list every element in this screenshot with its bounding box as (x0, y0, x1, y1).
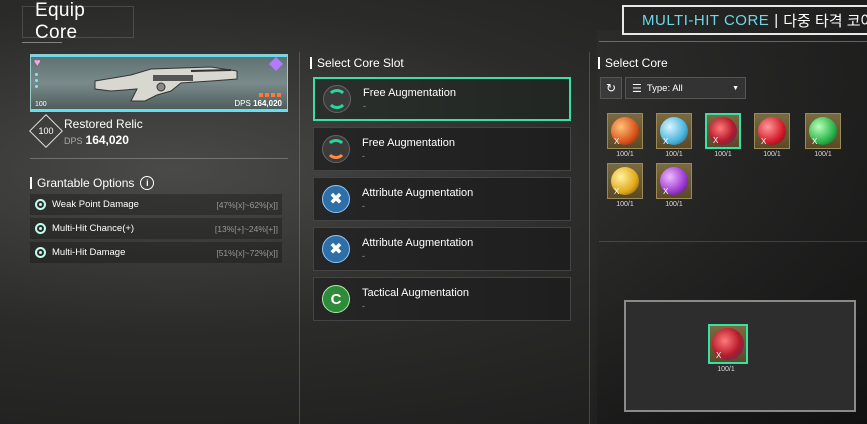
option-label: Weak Point Damage (52, 199, 139, 210)
title-divider (22, 42, 62, 43)
grantable-options-label: Grantable Options (37, 176, 135, 190)
core-count: 100/1 (814, 151, 832, 158)
option-range: [47%[x]~62%[x]] (216, 199, 278, 210)
core-item-selected[interactable]: X 100/1 (705, 113, 741, 161)
free-augmentation-icon (323, 85, 351, 113)
core-slot[interactable]: ✖ Attribute Augmentation - (313, 227, 571, 271)
column-divider (299, 52, 300, 424)
option-row: Multi-Hit Damage [51%[x]~72%[x]] (30, 242, 282, 263)
gem-icon (268, 56, 284, 72)
refresh-icon[interactable]: ↻ (600, 77, 622, 99)
core-item[interactable]: X 100/1 (656, 163, 692, 211)
type-filter-label: Type: All (646, 82, 683, 94)
banner-english: MULTI-HIT CORE (642, 11, 770, 29)
grantable-options-heading: Grantable Options i (30, 176, 155, 190)
level-badge: 100 (38, 126, 54, 136)
option-label: Multi-Hit Damage (52, 247, 126, 258)
core-item[interactable]: X 100/1 (805, 113, 841, 161)
weapon-image (94, 66, 238, 102)
core-item[interactable]: X 100/1 (656, 113, 692, 161)
core-count: 100/1 (616, 201, 634, 208)
core-mark: X (663, 187, 669, 196)
slot-title: Attribute Augmentation (362, 237, 474, 249)
page-title-box: Equip Core (22, 0, 134, 43)
weapon-level: 100 (35, 101, 47, 108)
core-count: 100/1 (763, 151, 781, 158)
banner-separator: | (774, 11, 779, 29)
core-mark: X (761, 137, 767, 146)
slot-value: - (362, 151, 365, 161)
core-item[interactable]: X 100/1 (607, 113, 643, 161)
banner-divider (599, 41, 867, 42)
free-augmentation-icon (322, 135, 350, 163)
slot-value: - (362, 301, 365, 311)
weapon-card-top-bar (31, 55, 287, 57)
slot-title: Attribute Augmentation (362, 187, 474, 199)
select-core-slot-heading: Select Core Slot (310, 56, 404, 70)
slot-title: Free Augmentation (363, 87, 456, 99)
weapon-rank-dots (259, 93, 281, 97)
core-mark: X (812, 137, 818, 146)
banner-korean: 다중 타격 코어 (783, 12, 867, 30)
weapon-card[interactable]: ♥ 100 DPS 164,020 (30, 54, 288, 112)
option-row: Weak Point Damage [47%[x]~62%[x]] (30, 194, 282, 215)
slot-value: - (362, 251, 365, 261)
slot-value: - (363, 101, 366, 111)
weapon-name: Restored Relic (64, 117, 143, 131)
attribute-augmentation-icon: ✖ (322, 235, 350, 263)
core-list-divider (599, 241, 867, 242)
weapon-dots (35, 73, 39, 91)
core-count: 100/1 (616, 151, 634, 158)
core-slot[interactable]: C Tactical Augmentation - (313, 277, 571, 321)
core-mark: X (713, 136, 719, 145)
core-slot[interactable]: Free Augmentation - (313, 127, 571, 171)
core-count: 100/1 (717, 366, 735, 373)
core-mark: X (716, 351, 722, 360)
slot-value: - (362, 201, 365, 211)
core-mark: X (614, 187, 620, 196)
core-mark: X (663, 137, 669, 146)
weapon-card-bottom-bar (31, 109, 287, 111)
weapon-info: 100 Restored Relic DPS 164,020 (29, 114, 284, 148)
left-divider (30, 158, 288, 159)
core-item[interactable]: X 100/1 (754, 113, 790, 161)
tactical-augmentation-icon: C (322, 285, 350, 313)
page-title: Equip Core (35, 0, 86, 43)
core-count: 100/1 (714, 151, 732, 158)
core-preview-panel: X 100/1 (624, 300, 856, 412)
core-item[interactable]: X 100/1 (607, 163, 643, 211)
layers-icon: ☰ (632, 82, 642, 95)
core-count: 100/1 (665, 201, 683, 208)
slot-title: Tactical Augmentation (362, 287, 470, 299)
attribute-augmentation-icon: ✖ (322, 185, 350, 213)
option-bullet-icon (35, 223, 46, 234)
slot-title: Free Augmentation (362, 137, 455, 149)
weapon-card-dps: DPS 164,020 (234, 99, 282, 108)
select-core-heading: Select Core (598, 56, 668, 70)
option-bullet-icon (35, 247, 46, 258)
option-label: Multi-Hit Chance(+) (52, 223, 135, 234)
heart-icon: ♥ (34, 57, 41, 69)
option-range: [51%[x]~72%[x]] (216, 247, 278, 258)
core-slot[interactable]: Free Augmentation - (313, 77, 571, 121)
core-count: 100/1 (665, 151, 683, 158)
option-range: [13%[+]~24%[+]] (214, 223, 278, 234)
core-preview: X 100/1 (708, 324, 748, 373)
option-bullet-icon (35, 199, 46, 210)
core-mark: X (614, 137, 620, 146)
weapon-dps: DPS 164,020 (64, 133, 129, 147)
chevron-down-icon: ▼ (732, 84, 739, 92)
option-row: Multi-Hit Chance(+) [13%[+]~24%[+]] (30, 218, 282, 239)
type-filter-dropdown[interactable]: ☰ Type: All ▼ (625, 77, 746, 99)
core-type-banner: MULTI-HIT CORE | 다중 타격 코어 (622, 5, 867, 35)
column-divider (589, 52, 590, 424)
core-slot[interactable]: ✖ Attribute Augmentation - (313, 177, 571, 221)
info-icon[interactable]: i (140, 176, 155, 190)
